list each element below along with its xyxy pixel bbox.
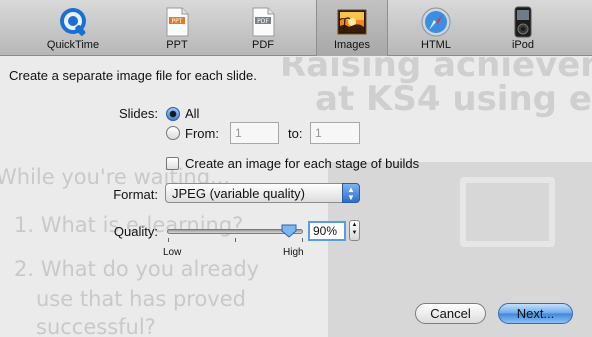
tab-label: HTML	[421, 39, 451, 51]
slider-tick	[302, 238, 303, 242]
cancel-button[interactable]: Cancel	[415, 303, 486, 324]
slide-title: at KS4 using e-learning	[315, 79, 592, 119]
tab-pdf[interactable]: PDF PDF	[227, 0, 299, 56]
slides-from-label: From:	[185, 126, 219, 141]
tab-images[interactable]: Images	[316, 0, 388, 56]
slide-graphic	[460, 177, 555, 247]
ppt-document-icon: PPT	[166, 7, 189, 37]
slides-from-radio[interactable]	[166, 126, 180, 140]
slider-tick	[168, 238, 169, 242]
quality-low-label: Low	[163, 247, 182, 258]
slides-from-field[interactable]: 1	[230, 122, 279, 144]
slides-all-radio[interactable]	[166, 107, 180, 121]
tab-ppt[interactable]: PPT PPT	[141, 0, 213, 56]
tab-label: PPT	[166, 39, 188, 51]
next-button[interactable]: Next...	[498, 303, 573, 324]
format-label: Format:	[113, 187, 158, 202]
quicktime-icon	[60, 8, 86, 36]
export-description: Create a separate image file for each sl…	[9, 68, 257, 83]
tab-quicktime[interactable]: QuickTime	[37, 0, 109, 56]
slides-to-label: to:	[288, 126, 303, 141]
tab-label: QuickTime	[46, 39, 100, 51]
popup-arrows-icon: ▲ ▼	[342, 183, 360, 203]
export-toolbar: QuickTime PPT PPT PDF PDF Images HTML iP…	[0, 0, 592, 56]
slides-all-label: All	[185, 106, 200, 121]
ipod-icon	[514, 6, 532, 38]
safari-compass-icon	[421, 7, 451, 37]
builds-checkbox[interactable]	[166, 157, 179, 170]
svg-text:PDF: PDF	[257, 18, 269, 25]
quality-slider-thumb[interactable]	[281, 224, 297, 238]
slide-body-line: 2. What do you already	[14, 257, 260, 281]
tab-html[interactable]: HTML	[400, 0, 472, 56]
slides-to-field[interactable]: 1	[310, 122, 360, 144]
slide-body-line: use that has proved	[36, 287, 246, 311]
quality-value-field[interactable]: 90%	[308, 221, 346, 241]
tab-label: iPod	[511, 39, 535, 51]
quality-label: Quality:	[113, 224, 158, 239]
format-popup-value: JPEG (variable quality)	[172, 186, 305, 201]
images-icon	[337, 9, 367, 35]
tab-ipod[interactable]: iPod	[487, 0, 559, 56]
quality-stepper[interactable]: ▲ ▼	[349, 220, 360, 241]
quality-high-label: High	[283, 247, 304, 258]
slide-body-line: successful?	[36, 315, 156, 337]
slides-label: Slides:	[118, 106, 158, 121]
builds-checkbox-label: Create an image for each stage of builds	[185, 156, 420, 171]
tab-label: PDF	[252, 39, 274, 51]
svg-text:PPT: PPT	[172, 18, 183, 25]
tab-label: Images	[333, 39, 371, 51]
pdf-document-icon: PDF	[252, 7, 275, 37]
format-popup[interactable]: JPEG (variable quality) ▲ ▼	[165, 183, 360, 203]
slider-tick	[235, 238, 236, 242]
